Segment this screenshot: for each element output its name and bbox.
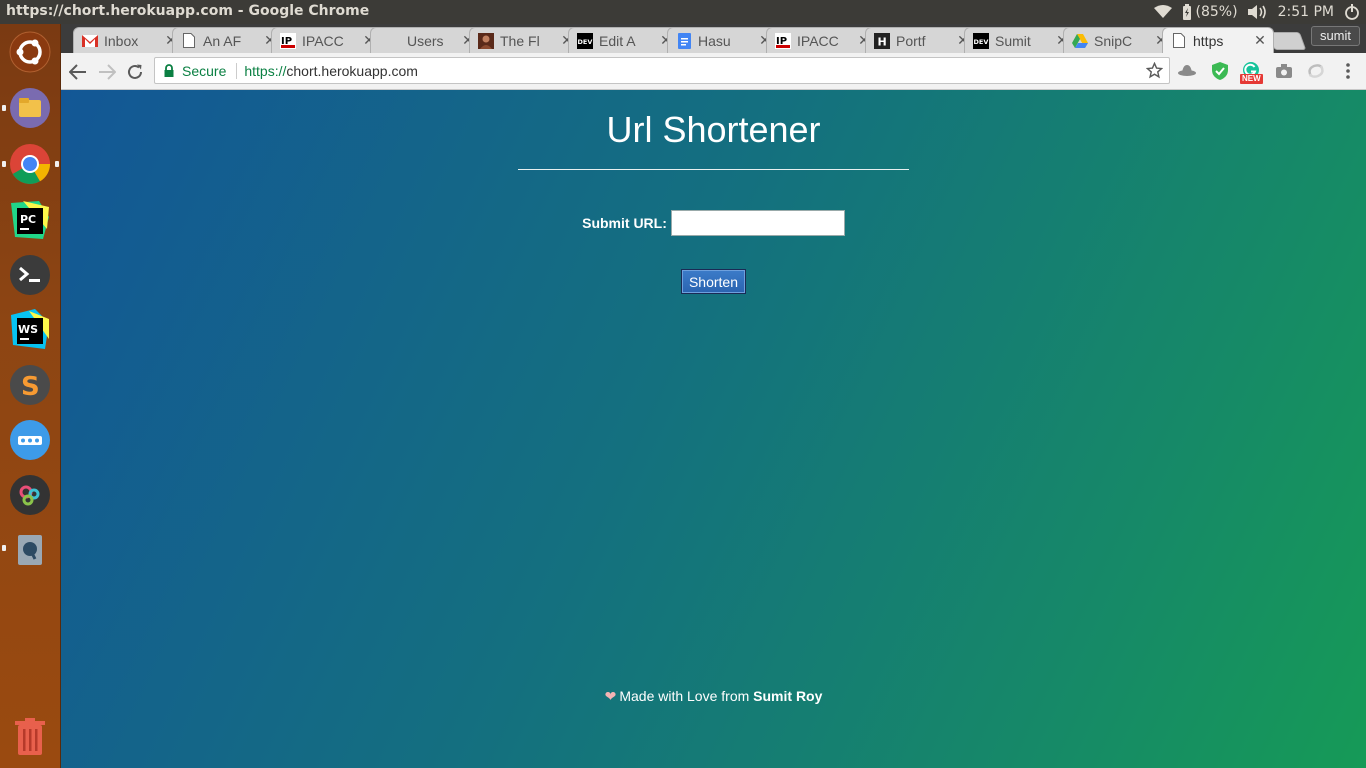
window-title: https://chort.herokuapp.com - Google Chr… [6,3,370,19]
more-apps-icon[interactable] [8,418,52,462]
title-divider [518,169,909,170]
running-indicator [2,161,6,167]
page-title: Url Shortener [606,109,821,150]
tab-title: An AF [203,32,242,49]
tab[interactable]: H Portf ✕ [865,27,977,53]
tab[interactable]: SnipC ✕ [1063,27,1175,53]
url-scheme: https:// [244,62,287,79]
url-label: Submit URL: [582,215,667,231]
tab[interactable]: IP IPACC ✕ [766,27,878,53]
ubuntu-dash-icon[interactable] [8,30,52,74]
tab-title: https [1193,32,1224,49]
battery-percent: (85%) [1195,4,1238,20]
lock-icon[interactable] [164,64,176,78]
url-host: chort.herokuapp.com [286,62,418,79]
files-icon[interactable] [8,86,52,130]
menu-dots-icon[interactable] [1339,62,1357,80]
top-panel: https://chort.herokuapp.com - Google Chr… [0,0,1366,24]
webstorm-icon[interactable]: WS [8,308,52,352]
footer: ❤ Made with Love from Sumit Roy [61,688,1366,705]
sublime-text-icon[interactable]: S [8,363,52,407]
power-icon[interactable] [1344,4,1360,20]
tab-title: Inbox [104,32,139,49]
docs-icon [676,32,692,49]
volume-icon[interactable] [1247,5,1268,19]
tab[interactable]: DEV Sumit ✕ [964,27,1076,53]
ip-icon: IP [775,32,791,49]
url-form: Submit URL: [61,210,1366,236]
tab[interactable]: Inbox ✕ [73,27,185,53]
launcher: PC WS S [0,24,61,768]
tab[interactable]: DEV Edit A ✕ [568,27,680,53]
dev-icon: DEV [973,32,989,49]
address-bar[interactable]: Secure https://chort.herokuapp.com [154,57,1170,84]
tab-strip: Inbox ✕ An AF ✕ IP IPACC ✕ Users ✕ The F… [61,24,1366,53]
system-tray: (85%) 2:51 PM [1153,0,1360,24]
drive-icon [1072,33,1088,49]
clock[interactable]: 2:51 PM [1278,4,1334,20]
heart-icon: ❤ [604,688,617,704]
tab[interactable]: IP IPACC ✕ [271,27,383,53]
pycharm-icon[interactable]: PC [8,198,52,242]
page-icon [1171,33,1187,49]
tab-title: IPACC [302,32,344,49]
svg-text:S: S [21,372,40,402]
gmail-icon [82,33,98,49]
page-icon [181,33,197,49]
svg-text:PC: PC [20,213,36,226]
footer-text: Made with Love from [619,688,750,704]
tab-title: Users [407,32,444,49]
blank-favicon [379,33,395,49]
back-icon[interactable] [67,61,89,83]
tab-title: Sumit [995,32,1031,49]
svg-text:WS: WS [18,323,38,336]
forward-icon[interactable] [96,61,118,83]
tab-title: Hasu [698,32,731,49]
tab-title: The Fl [500,32,540,49]
battery-indicator[interactable]: (85%) [1182,4,1238,20]
bookmark-star-icon[interactable] [1145,61,1164,82]
portrait-icon [478,32,494,49]
close-icon[interactable]: ✕ [1253,32,1267,49]
tab-title: Portf [896,32,926,49]
tab[interactable]: An AF ✕ [172,27,284,53]
browser-toolbar: Secure https://chort.herokuapp.com NEW [61,53,1366,90]
svg-text:DEV: DEV [974,38,989,46]
focused-indicator [55,161,59,167]
author-name: Sumit Roy [753,688,823,704]
tab-active[interactable]: https ✕ [1162,27,1274,53]
new-badge: NEW [1240,74,1263,84]
trash-icon[interactable] [8,715,52,759]
chrome-icon[interactable] [8,142,52,186]
tab-title: Edit A [599,32,636,49]
remmina-icon[interactable] [8,528,52,572]
svg-text:H: H [878,35,887,48]
page-content: Url Shortener Submit URL: Shorten ❤ Made … [61,90,1366,768]
incognito-hat-icon[interactable] [1178,62,1196,80]
profile-button[interactable]: sumit [1310,26,1360,46]
settings-gears-icon[interactable] [8,473,52,517]
extension-swirl-icon[interactable] [1307,62,1325,80]
omnibox-separator [236,62,238,79]
running-indicator [2,105,6,111]
secure-label[interactable]: Secure [182,63,226,79]
battery-icon [1182,4,1191,20]
shorten-button[interactable]: Shorten [681,269,746,294]
dev-icon: DEV [577,32,593,49]
tab[interactable]: Users ✕ [370,27,482,53]
running-indicator [2,545,6,551]
tab[interactable]: The Fl ✕ [469,27,581,53]
tab-title: SnipC [1094,32,1133,49]
shield-icon[interactable] [1211,62,1229,80]
ip-icon: IP [280,32,296,49]
terminal-icon[interactable] [8,253,52,297]
url-input[interactable] [670,210,845,236]
reload-icon[interactable] [124,61,146,83]
h-icon: H [874,32,890,49]
svg-text:DEV: DEV [578,38,593,46]
tab[interactable]: Hasu ✕ [667,27,779,53]
wifi-icon[interactable] [1153,5,1172,19]
tab-title: IPACC [797,32,839,49]
camera-icon[interactable] [1275,62,1293,80]
